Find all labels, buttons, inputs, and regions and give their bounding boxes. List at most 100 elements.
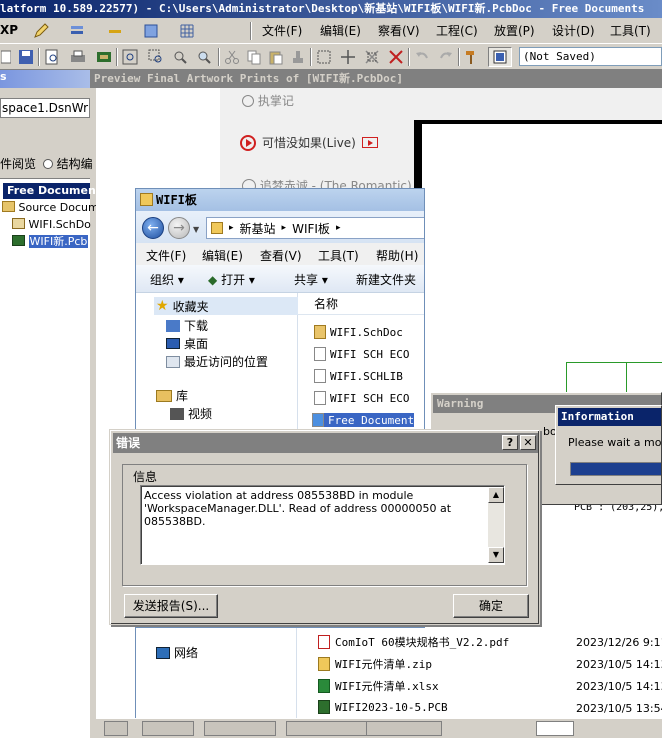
address-field[interactable]: ▸ 新基站 ▸ WIFI板 ▸ [206,217,424,239]
structure-view-radio[interactable]: 结构编 [57,157,93,171]
menu-edit[interactable]: 编辑(E) [320,22,361,39]
file-view-radio[interactable]: 件阅览 [0,157,36,171]
project-tree: Free Documen Source Docum WIFI.SchDo WIF… [0,178,99,738]
breadcrumb-item-0[interactable]: 新基站 [240,220,276,237]
align-icon[interactable] [140,21,162,41]
structure-radio-button[interactable] [42,159,53,169]
main-title-bar: latform 10.589.22577) - C:\Users\Adminis… [0,0,662,18]
rubber-stamp-icon[interactable] [288,47,308,67]
menu-tools[interactable]: 工具(T) [610,22,651,39]
file-row[interactable]: WIFI.SchDoc [314,325,403,339]
save-icon[interactable] [16,47,36,67]
deselect-icon[interactable] [362,47,382,67]
file-row[interactable]: WIFI.SCHLIB [314,369,403,383]
exp-menu-edit[interactable]: 编辑(E) [202,247,243,264]
menu-project[interactable]: 工程(C) [436,22,478,39]
menu-view[interactable]: 察看(V) [378,22,420,39]
nav-library[interactable]: 库 [156,387,188,404]
status-button[interactable] [366,721,442,736]
menu-place[interactable]: 放置(P) [494,22,535,39]
scroll-down-icon[interactable]: ▼ [488,547,504,563]
printer-icon[interactable] [68,47,88,67]
board-icon[interactable] [94,47,114,67]
redo-icon[interactable] [436,47,456,67]
copy-icon[interactable] [244,47,264,67]
send-report-button[interactable]: 发送报告(S)... [124,594,218,618]
back-arrow-icon[interactable]: ← [142,217,164,239]
song-item-0[interactable]: 执掌记 [242,92,294,109]
exp-menu-help[interactable]: 帮助(H) [376,247,418,264]
share-button[interactable]: 共享 ▾ [294,271,328,288]
nav-recent[interactable]: 最近访问的位置 [166,353,268,370]
exp-menu-view[interactable]: 查看(V) [260,247,302,264]
new-icon[interactable] [0,47,12,67]
pencil-icon[interactable] [30,21,52,41]
file-row[interactable]: WIFI元件清单.zip [318,656,432,672]
close-button[interactable]: ✕ [520,435,536,450]
status-button[interactable] [104,721,128,736]
document-status-select[interactable]: (Not Saved) [519,47,662,66]
file-row[interactable]: Free Document [312,413,415,427]
zoom-filter-icon[interactable] [194,47,214,67]
history-dropdown-icon[interactable]: ▼ [193,225,199,234]
ok-button[interactable]: 确定 [453,594,529,618]
breadcrumb-item-1[interactable]: WIFI板 [292,220,330,237]
menu-file[interactable]: 文件(F) [262,22,302,39]
error-message-scrollbar[interactable]: ▲ ▼ [488,487,504,563]
zoom-fit-icon[interactable] [120,47,140,67]
nav-downloads[interactable]: 下载 [166,317,208,334]
new-folder-button[interactable]: 新建文件夹 [356,271,416,288]
xp-label[interactable]: XP [0,23,18,37]
menu-toolbar: XP 文件(F) 编辑(E) 察看(V) 工程(C) 放置(P) 设计(D) 工… [0,18,662,44]
zoom-field[interactable] [536,721,574,736]
song-item-1[interactable]: 可惜没如果(Live) [240,134,378,151]
status-button[interactable] [286,721,376,736]
cut-icon[interactable] [222,47,242,67]
menu-design[interactable]: 设计(D) [552,22,595,39]
tree-free-documents[interactable]: Free Documen [3,183,96,199]
print-preview-icon[interactable] [42,47,62,67]
column-header-name[interactable]: 名称 [298,293,424,315]
desktop-icon [166,338,180,349]
tree-file-pcbdoc[interactable]: WIFI新.Pcb [12,234,90,250]
line-icon[interactable] [104,21,126,41]
error-message-box[interactable]: Access violation at address 085538BD in … [140,485,505,565]
move-icon[interactable] [338,47,358,67]
file-name: ComIoT 60模块规格书_V2.2.pdf [335,636,510,649]
nav-recent-label: 最近访问的位置 [184,355,269,369]
workspace-field[interactable]: space1.DsnWrk [0,98,90,118]
file-row[interactable]: WIFI SCH ECO [314,347,409,361]
clear-filter-icon[interactable] [386,47,406,67]
nav-favorites-label: 收藏夹 [172,299,209,314]
tree-source-documents[interactable]: Source Docum [2,200,99,216]
file-row[interactable]: WIFI SCH ECO [314,391,409,405]
exp-menu-file[interactable]: 文件(F) [146,247,186,264]
nav-favorites[interactable]: ★ 收藏夹 [154,297,298,315]
file-row[interactable]: WIFI元件清单.xlsx [318,678,439,694]
open-button[interactable]: ◆ 打开 ▾ [208,271,255,288]
status-button[interactable] [142,721,194,736]
zoom-area-icon[interactable] [146,47,166,67]
hammer-icon[interactable] [462,47,482,67]
nav-video[interactable]: 视频 [170,405,212,422]
file-row[interactable]: ComIoT 60模块规格书_V2.2.pdf [318,634,509,650]
nav-network[interactable]: 网络 [156,644,198,661]
browse-icon[interactable] [488,47,512,67]
tree-file-schdoc[interactable]: WIFI.SchDo [12,217,91,233]
zoom-selected-icon[interactable] [170,47,190,67]
exp-menu-tools[interactable]: 工具(T) [318,247,359,264]
help-button[interactable]: ? [502,435,518,450]
paste-icon[interactable] [266,47,286,67]
status-button[interactable] [204,721,276,736]
grid-icon[interactable] [176,21,198,41]
scroll-up-icon[interactable]: ▲ [488,487,504,503]
undo-icon[interactable] [412,47,432,67]
document-icon [314,347,326,361]
organize-button[interactable]: 组织 ▾ [150,271,184,288]
file-row[interactable]: WIFI2023-10-5.PCB [318,700,448,714]
workspace-name: space1.DsnWrk [2,101,90,115]
nav-desktop[interactable]: 桌面 [166,335,208,352]
forward-arrow-icon[interactable]: → [168,217,190,239]
layers-icon[interactable] [66,21,88,41]
select-area-icon[interactable] [314,47,334,67]
